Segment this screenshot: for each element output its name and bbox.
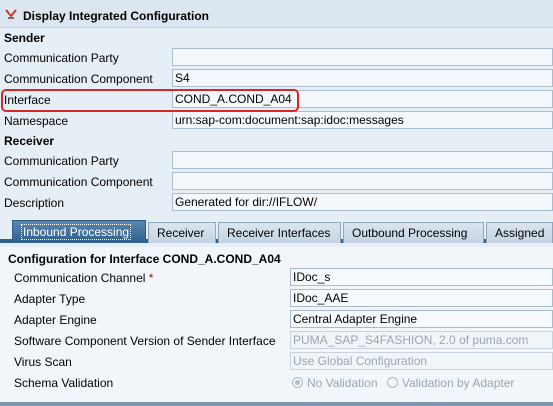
schema-validation-options: No Validation Validation by Adapter [292,376,514,390]
bottom-border [0,402,553,406]
software-component-label: Software Component Version of Sender Int… [14,334,276,348]
adapter-type-label: Adapter Type [14,292,86,306]
receiver-description-label: Description [4,196,65,210]
no-validation-label: No Validation [307,376,378,390]
validation-by-adapter-label: Validation by Adapter [401,376,515,390]
sender-namespace-field[interactable]: urn:sap-com:document:sap:idoc:messages [172,111,553,129]
sender-heading: Sender [4,31,45,45]
validation-by-adapter-radio[interactable] [386,377,398,388]
receiver-heading: Receiver [4,134,55,148]
virus-scan-label: Virus Scan [14,355,72,369]
receiver-component-label: Communication Component [4,175,153,189]
sender-component-field[interactable]: S4 [172,69,553,87]
receiver-party-field[interactable] [172,151,553,169]
schema-validation-label: Schema Validation [14,376,114,390]
adapter-engine-field[interactable]: Central Adapter Engine [290,310,553,328]
tab-outbound-processing[interactable]: Outbound Processing [343,222,484,243]
inbound-processing-panel: Configuration for Interface COND_A.COND_… [0,247,553,406]
title-bar: Display Integrated Configuration [0,0,553,28]
no-validation-radio[interactable] [292,377,303,388]
sender-party-field[interactable] [172,48,553,66]
sender-namespace-label: Namespace [4,114,69,128]
tab-receiver-interfaces[interactable]: Receiver Interfaces [218,222,341,243]
config-title: Configuration for Interface COND_A.COND_… [8,252,281,266]
sender-party-label: Communication Party [4,51,119,65]
sender-component-label: Communication Component [4,72,153,86]
tab-inbound-processing[interactable]: Inbound Processing [12,220,146,243]
receiver-component-field[interactable] [172,172,553,190]
channel-label: Communication Channel * [14,271,153,285]
glasses-icon [5,9,17,19]
tab-assigned[interactable]: Assigned [486,222,553,243]
virus-scan-field: Use Global Configuration [290,352,553,370]
adapter-type-field[interactable]: IDoc_AAE [290,289,553,307]
page-title: Display Integrated Configuration [23,9,210,23]
adapter-engine-label: Adapter Engine [14,313,97,327]
interface-highlight-box [1,89,299,112]
channel-label-text: Communication Channel [14,271,146,285]
tab-label: Inbound Processing [21,224,132,240]
required-marker: * [148,271,154,285]
tab-strip: Inbound Processing Receiver Receiver Int… [0,218,553,243]
software-component-field: PUMA_SAP_S4FASHION, 2.0 of puma.com [290,331,553,349]
receiver-party-label: Communication Party [4,154,119,168]
communication-channel-field[interactable]: IDoc_s [290,268,553,286]
tab-receiver[interactable]: Receiver [148,222,216,243]
receiver-description-field[interactable]: Generated for dir://IFLOW/ [172,193,553,211]
